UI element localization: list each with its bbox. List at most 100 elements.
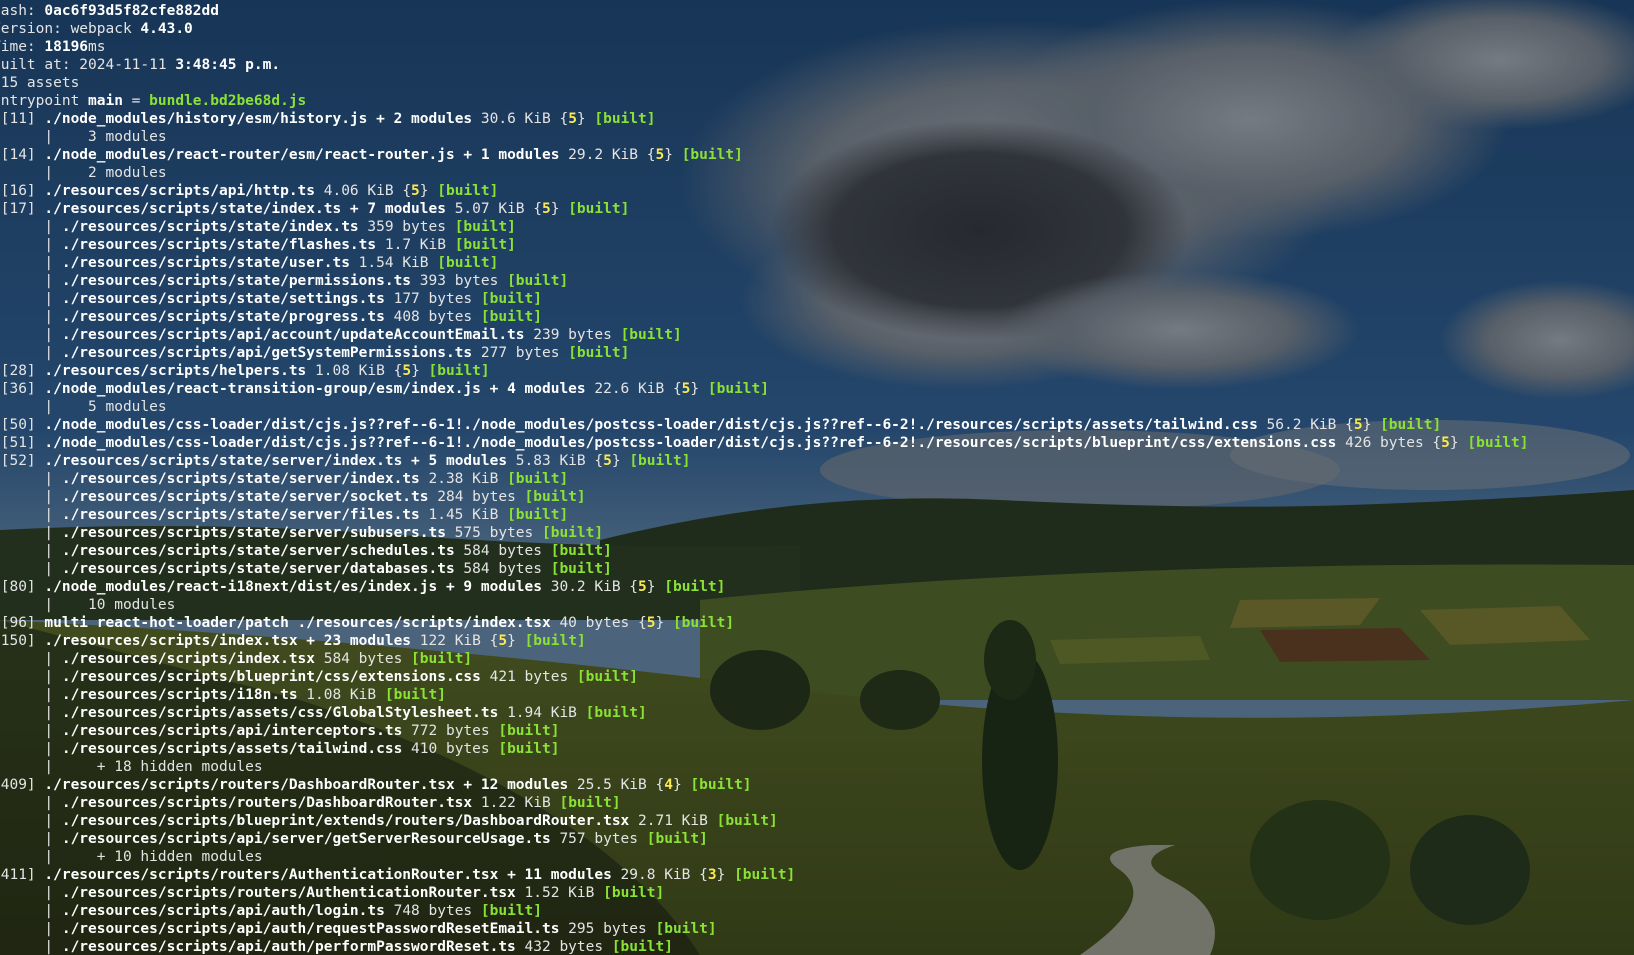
terminal-text: 748 bytes (384, 903, 481, 919)
terminal-text: } (411, 363, 429, 379)
terminal-text: } (576, 111, 595, 127)
module-path: 4.43.0 (140, 21, 193, 37)
terminal-line: Version: webpack 4.43.0 (0, 20, 1634, 38)
built-tag: [built] (507, 471, 569, 487)
terminal-text: 25.5 KiB { (568, 777, 665, 793)
terminal-line: | ./resources/scripts/api/interceptors.t… (0, 722, 1634, 740)
terminal-line: | ./resources/scripts/state/settings.ts … (0, 290, 1634, 308)
terminal-line: | ./resources/scripts/state/progress.ts … (0, 308, 1634, 326)
module-path: ./node_modules/react-transition-group/es… (44, 381, 586, 397)
terminal-text: | (44, 939, 54, 955)
terminal-text: | (44, 651, 54, 667)
chunk-id: 5 (542, 201, 551, 217)
terminal-line: | ./resources/scripts/state/permissions.… (0, 272, 1634, 290)
built-tag: [built] (454, 219, 516, 235)
terminal-text: [16] (0, 183, 36, 199)
terminal-text: | (44, 345, 54, 361)
built-tag: [built] (384, 687, 446, 703)
terminal-text: [17] (0, 201, 36, 217)
module-path: ./resources/scripts/assets/tailwind.css (61, 741, 403, 757)
terminal-text: [14] (0, 147, 36, 163)
module-path: ./resources/scripts/state/progress.ts (61, 309, 385, 325)
terminal-text: | (44, 309, 54, 325)
terminal-line: | ./resources/scripts/api/account/update… (0, 326, 1634, 344)
module-path: ./resources/scripts/state/server/schedul… (61, 543, 455, 559)
built-tag: [built] (550, 543, 612, 559)
terminal-text: Version: webpack (0, 21, 141, 37)
terminal-text: 575 bytes (445, 525, 542, 541)
built-tag: [built] (568, 345, 630, 361)
terminal-line: Built at: 2024-11-11 3:48:45 p.m. (0, 56, 1634, 74)
terminal-line: [52] ./resources/scripts/state/server/in… (0, 452, 1634, 470)
terminal-line: | + 10 hidden modules (0, 848, 1634, 866)
terminal-text: [28] (0, 363, 36, 379)
terminal-line: | 2 modules (0, 164, 1634, 182)
terminal-line: | ./resources/scripts/assets/css/GlobalS… (0, 704, 1634, 722)
terminal-text: 56.2 KiB { (1257, 417, 1354, 433)
terminal-line: | ./resources/scripts/state/server/datab… (0, 560, 1634, 578)
terminal-text: 29.2 KiB { (559, 147, 656, 163)
terminal-line: 15 assets (0, 74, 1634, 92)
terminal-text: 1.45 KiB (419, 507, 508, 523)
module-path: ./resources/scripts/assets/css/GlobalSty… (61, 705, 499, 721)
terminal-text: | (44, 471, 54, 487)
terminal-line: | ./resources/scripts/api/auth/performPa… (0, 938, 1634, 955)
built-tag: [built] (611, 939, 673, 955)
chunk-id: 5 (568, 111, 577, 127)
terminal-text: 772 bytes (402, 723, 499, 739)
terminal-text: | (44, 795, 54, 811)
module-path: ./resources/scripts/api/getSystemPermiss… (61, 345, 473, 361)
terminal-text: | (44, 831, 54, 847)
terminal-text: 22.6 KiB { (585, 381, 682, 397)
module-path: ./resources/scripts/routers/DashboardRou… (44, 777, 569, 793)
module-path: ./resources/scripts/state/settings.ts (61, 291, 385, 307)
built-tag: [built] (1467, 435, 1529, 451)
terminal-text: ms (88, 39, 106, 55)
terminal-text: = (122, 93, 150, 109)
chunk-id: 5 (1353, 417, 1363, 433)
desktop-viewport: Hash: 0ac6f93d5f82cfe882ddVersion: webpa… (0, 0, 1634, 955)
terminal-text: Time: (0, 39, 36, 55)
module-path: ./resources/scripts/state/server/databas… (61, 561, 455, 577)
module-path: ./resources/scripts/index.tsx + 23 modul… (44, 633, 412, 649)
terminal-line: [17] ./resources/scripts/state/index.ts … (0, 200, 1634, 218)
module-path: ./node_modules/react-i18next/dist/es/ind… (44, 579, 542, 595)
terminal-text: [51] (0, 435, 36, 451)
terminal-text: Hash: (0, 3, 36, 19)
terminal-text: | (44, 561, 54, 577)
built-tag: [built] (707, 381, 769, 397)
terminal-text: 1.52 KiB (515, 885, 604, 901)
chunk-id: 5 (411, 183, 420, 199)
terminal-text: 5.07 KiB { (445, 201, 542, 217)
terminal-text: | (44, 525, 54, 541)
built-tag: [built] (664, 579, 726, 595)
terminal-text: 30.6 KiB { (472, 111, 569, 127)
terminal-text: | 3 modules (0, 129, 167, 145)
terminal-text: 122 KiB { (411, 633, 499, 649)
terminal-text: [50] (0, 417, 36, 433)
terminal-text: | 10 modules (0, 597, 176, 613)
module-path: ./resources/scripts/state/server/index.t… (61, 471, 420, 487)
terminal-output[interactable]: Hash: 0ac6f93d5f82cfe882ddVersion: webpa… (0, 2, 1634, 955)
built-tag: [built] (507, 273, 569, 289)
terminal-text: [80] (0, 579, 36, 595)
terminal-text: 1.94 KiB (498, 705, 586, 721)
module-path: ./resources/scripts/routers/Authenticati… (44, 867, 612, 883)
terminal-line: | ./resources/scripts/api/server/getServ… (0, 830, 1634, 848)
chunk-id: 3 (707, 867, 717, 883)
terminal-line: [96] multi react-hot-loader/patch ./reso… (0, 614, 1634, 632)
terminal-line: | 3 modules (0, 128, 1634, 146)
terminal-line: | ./resources/scripts/blueprint/extends/… (0, 812, 1634, 830)
terminal-text: 30.2 KiB { (542, 579, 639, 595)
terminal-line: [16] ./resources/scripts/api/http.ts 4.0… (0, 182, 1634, 200)
terminal-text: 421 bytes (480, 669, 577, 685)
terminal-text: } (664, 147, 682, 163)
terminal-line: | ./resources/scripts/state/server/files… (0, 506, 1634, 524)
terminal-text: | (44, 813, 54, 829)
terminal-line: [411] ./resources/scripts/routers/Authen… (0, 866, 1634, 884)
module-path: ./resources/scripts/api/account/updateAc… (61, 327, 525, 343)
module-path: ./node_modules/css-loader/dist/cjs.js??r… (44, 435, 1337, 451)
module-path: ./resources/scripts/state/server/files.t… (61, 507, 420, 523)
terminal-line: Entrypoint main = bundle.bd2be68d.js (0, 92, 1634, 110)
module-path: multi react-hot-loader/patch ./resources… (44, 615, 551, 631)
